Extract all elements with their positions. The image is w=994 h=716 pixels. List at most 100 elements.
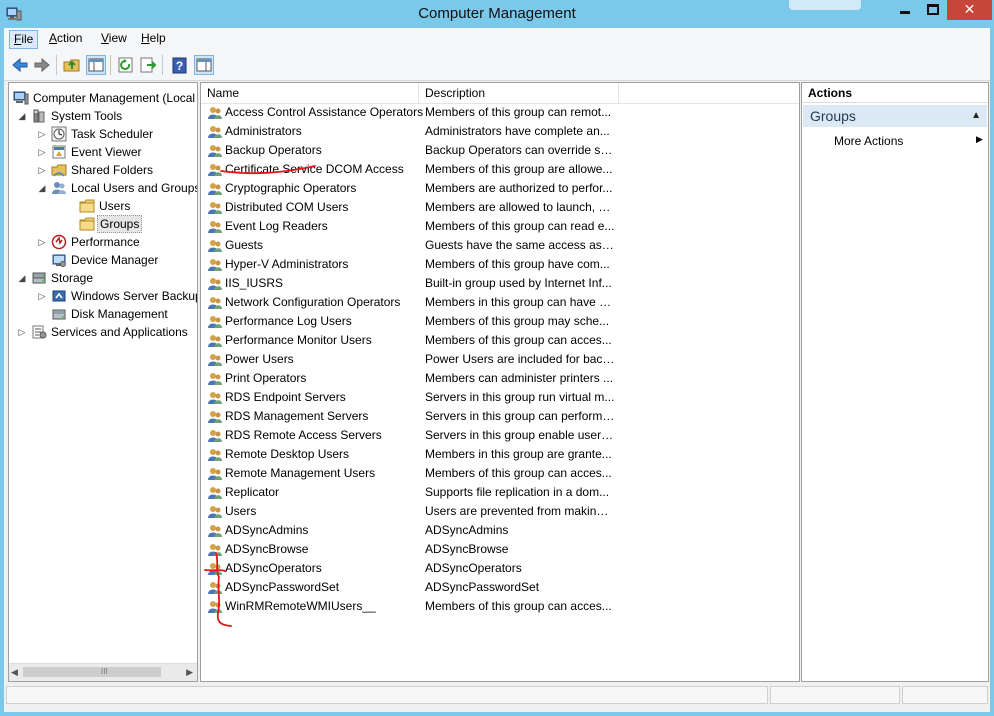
menu-view[interactable]: View: [97, 30, 131, 47]
group-icon: [208, 563, 222, 575]
list-item[interactable]: Remote Desktop Users Members in this grou…: [201, 445, 799, 464]
collapsed-arrow-icon[interactable]: ▷: [37, 143, 47, 161]
group-icon: [208, 335, 222, 347]
backup-icon: [52, 290, 66, 302]
group-description: Members of this group may sche...: [425, 314, 610, 328]
list-item[interactable]: Cryptographic Operators Members are autho…: [201, 179, 799, 198]
title-bar[interactable]: Computer Management ✕: [0, 0, 994, 28]
list-item[interactable]: Users Users are prevented from making ...: [201, 502, 799, 521]
group-description: ADSyncBrowse: [425, 542, 509, 556]
collapsed-arrow-icon[interactable]: ▷: [17, 323, 27, 341]
list-item[interactable]: Certificate Service DCOM Access Members o…: [201, 160, 799, 179]
list-item[interactable]: Power Users Power Users are included for …: [201, 350, 799, 369]
tree-item-label: Task Scheduler: [71, 127, 154, 141]
list-item[interactable]: Print Operators Members can administer pr…: [201, 369, 799, 388]
toolbar: ?: [4, 50, 990, 81]
column-header-description[interactable]: Description: [419, 83, 619, 103]
help-button[interactable]: ?: [170, 55, 190, 75]
menu-action[interactable]: Action: [45, 30, 86, 47]
group-name: RDS Management Servers: [225, 409, 369, 423]
console-tree[interactable]: Computer Management (Local ◢ System Tools ▷…: [8, 82, 198, 682]
collapse-up-icon[interactable]: ▲: [971, 105, 981, 127]
group-icon: [208, 297, 222, 309]
group-icon: [208, 468, 222, 480]
list-item[interactable]: IIS_IUSRS Built-in group used by Internet…: [201, 274, 799, 293]
disk-icon: [52, 309, 66, 320]
tree-item-label: Storage: [51, 271, 94, 285]
folder-icon: [79, 199, 95, 213]
list-item[interactable]: Backup Operators Backup Operators can ove…: [201, 141, 799, 160]
list-item[interactable]: RDS Endpoint Servers Servers in this grou…: [201, 388, 799, 407]
collapsed-arrow-icon[interactable]: ▷: [37, 125, 47, 143]
tree-item-label: Services and Applications: [51, 325, 188, 339]
group-icon: [208, 183, 222, 195]
group-description: Members of this group can acces...: [425, 466, 612, 480]
actions-group-groups[interactable]: Groups ▲: [803, 105, 987, 127]
group-icon: [208, 411, 222, 423]
tree-item-label: Local Users and Groups: [71, 181, 198, 195]
list-item[interactable]: Administrators Administrators have comple…: [201, 122, 799, 141]
list-item[interactable]: Remote Management Users Members of this g…: [201, 464, 799, 483]
group-description: Members are authorized to perfor...: [425, 181, 613, 195]
list-item[interactable]: ADSyncBrowse ADSyncBrowse: [201, 540, 799, 559]
collapsed-arrow-icon[interactable]: ▷: [37, 287, 47, 305]
group-name: Certificate Service DCOM Access: [225, 162, 404, 176]
list-item[interactable]: ADSyncAdmins ADSyncAdmins: [201, 521, 799, 540]
groups-list[interactable]: Name Description Access Control Assistan…: [200, 82, 800, 682]
forward-arrow-icon: [34, 57, 50, 73]
more-actions-item[interactable]: More Actions: [834, 134, 903, 148]
expanded-arrow-icon[interactable]: ◢: [17, 107, 27, 125]
back-arrow-icon: [12, 57, 28, 73]
close-button[interactable]: ✕: [947, 0, 992, 20]
group-description: Members in this group are grante...: [425, 447, 612, 461]
list-item[interactable]: Guests Guests have the same access as m..…: [201, 236, 799, 255]
group-description: Members can administer printers ...: [425, 371, 614, 385]
group-description: Users are prevented from making ...: [425, 504, 615, 518]
maximize-button[interactable]: [919, 0, 947, 20]
group-name: IIS_IUSRS: [225, 276, 284, 290]
group-name: WinRMRemoteWMIUsers__: [225, 599, 376, 613]
minimize-button[interactable]: [891, 0, 919, 20]
list-item[interactable]: ADSyncOperators ADSyncOperators: [201, 559, 799, 578]
back-button[interactable]: [10, 55, 30, 75]
forward-button[interactable]: [32, 55, 52, 75]
expanded-arrow-icon[interactable]: ◢: [37, 179, 47, 197]
menu-help[interactable]: Help: [137, 30, 170, 47]
column-header-name[interactable]: Name: [201, 83, 419, 103]
scroll-left-arrow-icon[interactable]: ◀: [11, 667, 18, 678]
title-bar-tab: [789, 0, 861, 10]
scrollbar-thumb[interactable]: III: [23, 667, 161, 677]
group-description: Servers in this group run virtual m...: [425, 390, 615, 404]
list-item[interactable]: RDS Management Servers Servers in this gr…: [201, 407, 799, 426]
list-item[interactable]: Hyper-V Administrators Members of this gr…: [201, 255, 799, 274]
scroll-right-arrow-icon[interactable]: ▶: [186, 667, 193, 678]
list-item[interactable]: Replicator Supports file replication in a…: [201, 483, 799, 502]
export-list-button[interactable]: [138, 55, 158, 75]
tree-horizontal-scrollbar[interactable]: ◀ III ▶: [9, 663, 197, 681]
collapsed-arrow-icon[interactable]: ▷: [37, 233, 47, 251]
show-hide-console-tree-button[interactable]: [86, 55, 106, 75]
show-hide-action-pane-button[interactable]: [194, 55, 214, 75]
expanded-arrow-icon[interactable]: ◢: [17, 269, 27, 287]
list-item[interactable]: Performance Monitor Users Members of this…: [201, 331, 799, 350]
list-item[interactable]: WinRMRemoteWMIUsers__ Members of this gro…: [201, 597, 799, 616]
group-description: Guests have the same access as m...: [425, 238, 615, 252]
group-icon: [208, 259, 222, 271]
tree-item-label: Device Manager: [71, 253, 159, 267]
menu-file[interactable]: File: [9, 30, 39, 49]
list-item[interactable]: RDS Remote Access Servers Servers in this…: [201, 426, 799, 445]
group-description: Administrators have complete an...: [425, 124, 610, 138]
collapsed-arrow-icon[interactable]: ▷: [37, 161, 47, 179]
list-item[interactable]: Performance Log Users Members of this gro…: [201, 312, 799, 331]
tools-icon: [33, 109, 45, 123]
list-item[interactable]: Access Control Assistance Operators Membe…: [201, 103, 799, 122]
list-item[interactable]: Distributed COM Users Members are allowed…: [201, 198, 799, 217]
list-item[interactable]: Network Configuration Operators Members i…: [201, 293, 799, 312]
group-name: Users: [225, 504, 257, 518]
list-item[interactable]: ADSyncPasswordSet ADSyncPasswordSet: [201, 578, 799, 597]
refresh-button[interactable]: [116, 55, 136, 75]
group-icon: [208, 221, 222, 233]
up-one-level-button[interactable]: [62, 55, 82, 75]
show-hide-action-pane-icon: [196, 58, 212, 72]
list-item[interactable]: Event Log Readers Members of this group c…: [201, 217, 799, 236]
